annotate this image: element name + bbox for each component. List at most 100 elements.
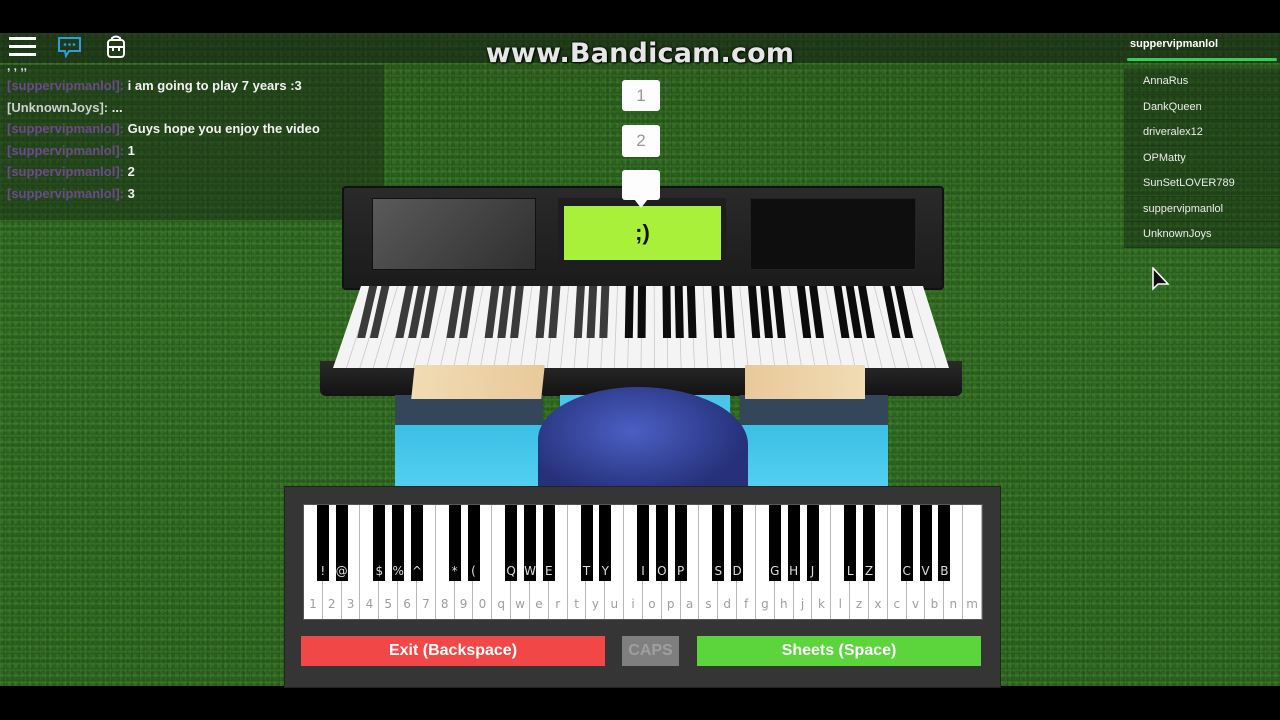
player-list-item[interactable]: driveralex12 (1124, 120, 1280, 146)
caps-toggle[interactable]: CAPS (622, 636, 679, 666)
bubble-tail-icon (634, 199, 648, 208)
black-key-label: G (770, 564, 780, 578)
black-key[interactable]: W (524, 505, 536, 581)
black-key-label: S (714, 564, 723, 578)
black-key-label: O (657, 564, 667, 578)
sheets-button[interactable]: Sheets (Space) (697, 636, 981, 666)
black-key[interactable]: G (768, 505, 781, 581)
black-key-label: W (524, 564, 536, 578)
chat-author: [suppervipmanlol]: (7, 121, 125, 136)
chat-bubble-latest (622, 170, 660, 208)
black-key-label: H (789, 564, 799, 578)
white-key-label: f (743, 597, 749, 611)
piano-left-panel (372, 198, 536, 270)
black-key[interactable]: D (731, 505, 744, 581)
left-arm (395, 395, 543, 495)
black-key-label: Z (864, 564, 874, 578)
player-list-item[interactable]: AnnaRus (1124, 69, 1280, 95)
black-key[interactable]: Q (505, 505, 518, 581)
black-key[interactable]: % (392, 505, 405, 581)
black-key[interactable]: J (806, 505, 819, 581)
black-key-label: % (392, 564, 404, 578)
black-key[interactable]: H (787, 505, 800, 581)
black-key[interactable]: I (637, 505, 649, 581)
white-key-label: g (761, 597, 769, 611)
player-list[interactable]: suppervipmanlol AnnaRus DankQueen driveral… (1124, 33, 1280, 248)
chat-text: 1 (127, 142, 135, 158)
white-key-label: 1 (309, 597, 317, 611)
white-key-label: i (631, 597, 635, 611)
black-key-label: E (545, 564, 553, 578)
white-key-label: p (666, 597, 675, 611)
chat-author: [suppervipmanlol]: (7, 185, 125, 201)
local-player-name: suppervipmanlol (1130, 38, 1219, 50)
black-key-label: D (732, 564, 742, 578)
white-key-label: o (648, 597, 656, 611)
white-key-label: e (535, 597, 543, 611)
white-key-label: v (912, 597, 920, 611)
black-key[interactable]: ! (316, 505, 329, 581)
black-key[interactable]: ( (467, 505, 480, 581)
black-key[interactable]: ^ (411, 505, 423, 581)
black-key-label: C (902, 564, 911, 578)
chat-message: [UnknownJoys]: ... (0, 97, 384, 119)
world-black-key (662, 286, 672, 338)
black-key[interactable]: S (712, 505, 725, 581)
player-list-item[interactable]: SunSetLOVER789 (1124, 171, 1280, 197)
white-key-label: t (574, 597, 579, 611)
black-key-label: * (451, 564, 458, 578)
chat-text: Guys hope you enjoy the video (127, 121, 320, 136)
world-black-key (624, 286, 634, 338)
chat-text: i am going to play 7 years :3 (127, 78, 302, 93)
white-key-label: s (705, 597, 712, 611)
black-key[interactable]: C (900, 505, 913, 581)
black-key[interactable]: Y (599, 505, 612, 581)
right-arm (740, 395, 888, 495)
black-key[interactable]: L (844, 505, 857, 581)
black-key[interactable]: $ (373, 505, 386, 581)
chat-author: [suppervipmanlol]: (7, 78, 125, 93)
white-key-label: 4 (365, 597, 374, 611)
black-key[interactable]: @ (335, 505, 348, 581)
white-key-label: l (838, 597, 842, 611)
black-key[interactable]: V (919, 505, 932, 581)
white-key[interactable]: m (963, 505, 982, 619)
chat-text: 3 (127, 185, 135, 201)
virtual-piano-keyboard: 1 2 3 4 5 6 7 8 9 0 q w e r t y u i o p a s d f g h j k l z x c v b n m! @ $%… (303, 504, 983, 620)
black-key-label: J (810, 564, 815, 578)
piano-right-panel (750, 198, 916, 270)
white-key-label: 0 (478, 597, 487, 611)
black-key[interactable]: O (655, 505, 668, 581)
player-list-item[interactable]: UnknownJoys (1124, 222, 1280, 248)
black-key[interactable]: Z (863, 505, 875, 581)
white-key-label: a (685, 597, 694, 611)
white-key-label: y (591, 597, 599, 611)
black-key[interactable]: P (674, 505, 687, 581)
exit-button[interactable]: Exit (Backspace) (301, 636, 605, 666)
white-key-label: j (800, 597, 805, 611)
world-black-key (674, 286, 684, 338)
player-list-item[interactable]: DankQueen (1124, 94, 1280, 120)
black-key[interactable]: B (938, 505, 951, 581)
black-key-label: ^ (411, 564, 423, 578)
black-key-label: V (921, 564, 930, 578)
black-key[interactable]: E (542, 505, 555, 581)
black-key-label: ( (471, 564, 476, 578)
piano-screen-display: ;) (564, 206, 721, 260)
chat-clipped-line: , , ,, (7, 65, 28, 73)
player-list-item[interactable]: suppervipmanlol (1124, 196, 1280, 222)
chat-message: [suppervipmanlol]: 1 (0, 140, 384, 162)
hair (538, 387, 748, 497)
chat-text: 2 (127, 164, 135, 179)
local-player-health-bar (1127, 58, 1277, 61)
white-key-label: u (610, 597, 619, 611)
white-key-label: w (515, 597, 525, 611)
white-key-label: 8 (440, 597, 449, 611)
black-key[interactable]: T (580, 505, 593, 581)
player-list-item[interactable]: OPMatty (1124, 145, 1280, 171)
white-key-label: 7 (422, 597, 430, 611)
white-key-label: q (497, 597, 506, 611)
black-key[interactable]: * (448, 505, 461, 581)
left-hand (411, 365, 545, 399)
white-key-label: h (779, 597, 788, 611)
